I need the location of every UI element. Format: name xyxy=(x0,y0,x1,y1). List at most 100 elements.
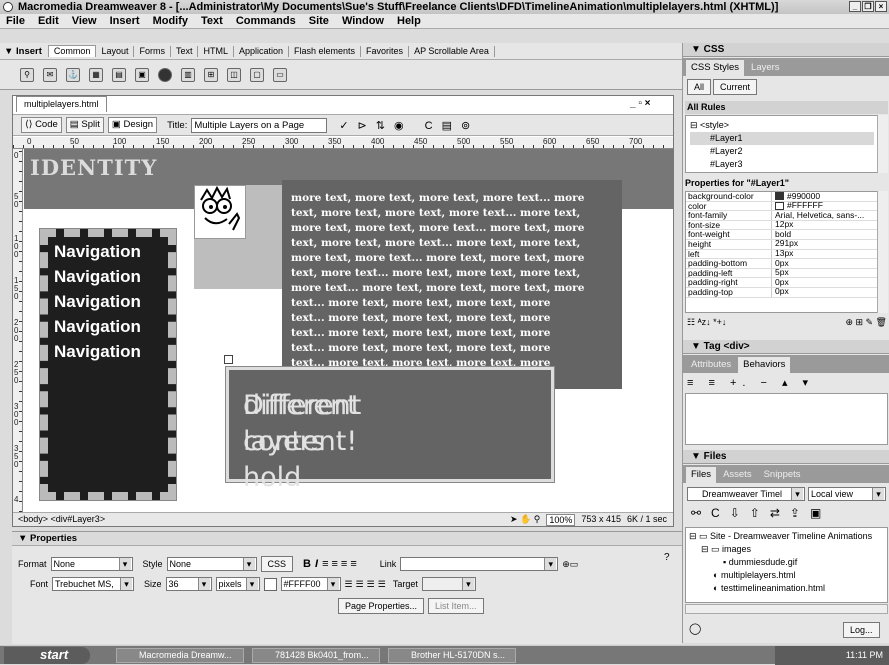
help-icon[interactable]: ? xyxy=(664,552,670,563)
css-prop-row[interactable]: padding-left 5px xyxy=(686,268,878,279)
email-link-icon[interactable]: ✉ xyxy=(43,67,57,82)
comment-icon[interactable]: ◫ xyxy=(227,67,241,82)
menu-edit[interactable]: Edit xyxy=(38,14,59,28)
view-mode-icons[interactable]: ☷ ᴬz↓ *+↓ xyxy=(687,317,726,328)
tab-attributes[interactable]: Attributes xyxy=(686,357,736,373)
tab-flash-elements[interactable]: Flash elements xyxy=(289,45,362,57)
css-prop-row[interactable]: padding-top 0px xyxy=(686,287,878,298)
color-swatch[interactable] xyxy=(775,201,784,210)
file-dummiesdude[interactable]: ▪ dummiesdude.gif xyxy=(689,556,884,569)
italic-icon[interactable]: I xyxy=(315,558,318,570)
tag-selector[interactable]: <body> <div#Layer3> xyxy=(18,514,105,524)
split-view-button[interactable]: ▤ Split xyxy=(65,117,104,133)
css-prop-row[interactable]: padding-bottom 0px xyxy=(686,259,878,269)
text-color-swatch[interactable] xyxy=(263,577,277,591)
design-view-canvas[interactable]: IDENTITY more text, more text, more text… xyxy=(24,149,673,512)
folder-images[interactable]: ⊟ ▭ images xyxy=(689,543,884,556)
menu-commands[interactable]: Commands xyxy=(236,14,296,28)
css-button[interactable]: CSS xyxy=(260,556,294,572)
behaviors-list[interactable] xyxy=(685,393,888,445)
restore-button[interactable]: ❐ xyxy=(862,1,874,12)
zoom-select[interactable]: 100% xyxy=(546,514,576,526)
nav-item[interactable]: Navigation xyxy=(48,289,168,314)
css-prop-row[interactable]: left 13px xyxy=(686,249,878,260)
behaviors-toolbar[interactable]: ≡ ≡ +. − ▴ ▾ xyxy=(687,376,814,389)
properties-title[interactable]: ▼ Properties xyxy=(12,532,682,546)
css-prop-row[interactable]: font-family Arial, Helvetica, sans-... xyxy=(686,211,878,221)
document-title-input[interactable]: Multiple Layers on a Page xyxy=(191,117,328,133)
menu-help[interactable]: Help xyxy=(397,14,421,28)
file-multiplelayers[interactable]: ◐ multiplelayers.html xyxy=(689,569,884,582)
tag-chooser-icon[interactable]: ▭ xyxy=(273,67,287,82)
rule-style[interactable]: ⊟ <style> xyxy=(690,119,874,132)
rule-action-icons[interactable]: ⊕ ⊞ ✎ 🗑 xyxy=(845,317,887,328)
media-icon[interactable] xyxy=(158,67,172,82)
format-select[interactable]: None xyxy=(50,557,133,571)
tab-snippets[interactable]: Snippets xyxy=(759,467,806,483)
tab-layers[interactable]: Layers xyxy=(746,60,785,76)
document-tab[interactable]: multiplelayers.html xyxy=(16,96,107,112)
files-panel-title[interactable]: ▼ Files xyxy=(683,450,889,464)
design-view-button[interactable]: ▣ Design xyxy=(107,117,158,133)
rules-scrollbar[interactable] xyxy=(877,115,888,173)
more-text-layer[interactable]: more text, more text, more text, more te… xyxy=(282,180,622,389)
tab-behaviors[interactable]: Behaviors xyxy=(738,357,791,373)
nav-item[interactable]: Navigation xyxy=(48,239,168,264)
css-prop-row[interactable]: background-color #990000 xyxy=(686,192,878,202)
files-hscrollbar[interactable] xyxy=(685,604,888,614)
size-select[interactable]: 36 xyxy=(165,577,212,591)
style-select[interactable]: None xyxy=(166,557,257,571)
tab-common[interactable]: Common xyxy=(47,45,97,57)
nav-item[interactable]: Navigation xyxy=(48,339,168,364)
task-document[interactable]: 781428 Bk0401_from... xyxy=(252,648,380,663)
close-button[interactable]: × xyxy=(875,1,887,12)
font-select[interactable]: Trebuchet MS, xyxy=(52,577,135,591)
tab-ap-scrollable-area[interactable]: AP Scrollable Area xyxy=(409,45,495,57)
menu-insert[interactable]: Insert xyxy=(110,14,140,28)
dummies-dude-image[interactable] xyxy=(194,185,246,239)
css-prop-row[interactable]: font-size 12px xyxy=(686,220,878,231)
menu-window[interactable]: Window xyxy=(342,14,384,28)
window-size[interactable]: 753 x 415 xyxy=(581,513,621,526)
navigation-layer[interactable]: Navigation Navigation Navigation Navigat… xyxy=(39,228,177,501)
site-root[interactable]: ⊟ ▭ Site - Dreamweaver Timeline Animatio… xyxy=(689,530,884,543)
current-mode-button[interactable]: Current xyxy=(713,79,758,95)
tab-text[interactable]: Text xyxy=(171,45,199,57)
rule-layer3[interactable]: #Layer3 xyxy=(690,158,874,171)
layer-icon[interactable]: ▤ xyxy=(112,67,126,82)
table-icon[interactable]: ▦ xyxy=(89,67,103,82)
insert-panel-title[interactable]: ▼ Insert xyxy=(0,46,48,57)
nav-item[interactable]: Navigation xyxy=(48,314,168,339)
tab-layout[interactable]: Layout xyxy=(96,45,135,57)
css-prop-row[interactable]: font-weight bold xyxy=(686,230,878,240)
select-tool-icons[interactable]: ➤ ✋ ⚲ xyxy=(510,513,540,526)
nav-item[interactable]: Navigation xyxy=(48,264,168,289)
toolbar-tool-icons[interactable]: ✓⊳⇅◉ C▤⊚ xyxy=(339,119,479,132)
properties-scrollbar[interactable] xyxy=(877,191,888,313)
point-to-file-icon[interactable]: ⊕▭ xyxy=(562,559,578,570)
named-anchor-icon[interactable]: ⚓ xyxy=(66,67,80,82)
different-content-layer[interactable]: Different layers hold different content! xyxy=(225,366,555,493)
bold-icon[interactable]: B xyxy=(303,558,311,570)
menu-site[interactable]: Site xyxy=(309,14,329,28)
tab-favorites[interactable]: Favorites xyxy=(361,45,410,57)
file-testtimeline[interactable]: ◐ testtimelineanimation.html xyxy=(689,582,884,595)
css-prop-row[interactable]: padding-right 0px xyxy=(686,278,878,288)
code-view-button[interactable]: ⟨⟩ Code xyxy=(21,117,62,133)
list-indent-icons[interactable]: ☰☰☰☰ xyxy=(345,579,389,590)
log-button[interactable]: Log... xyxy=(843,622,880,638)
menu-file[interactable]: File xyxy=(6,14,25,28)
task-printer[interactable]: Brother HL-5170DN s... xyxy=(388,648,516,663)
tab-forms[interactable]: Forms xyxy=(134,45,171,57)
document-window-controls[interactable]: _ ▫ × xyxy=(630,98,674,109)
align-icons[interactable]: ≡≡≡≡ xyxy=(322,558,360,570)
task-dreamweaver[interactable]: Macromedia Dreamw... xyxy=(116,648,244,663)
site-select[interactable]: Dreamweaver Timel xyxy=(687,487,805,501)
page-properties-button[interactable]: Page Properties... xyxy=(338,598,425,614)
templates-icon[interactable]: ▢ xyxy=(250,67,264,82)
view-select[interactable]: Local view xyxy=(808,487,886,501)
all-mode-button[interactable]: All xyxy=(687,79,712,95)
rule-layer2[interactable]: #Layer2 xyxy=(690,145,874,158)
rule-layer1[interactable]: #Layer1 xyxy=(690,132,874,145)
minimize-button[interactable]: _ xyxy=(849,1,861,12)
